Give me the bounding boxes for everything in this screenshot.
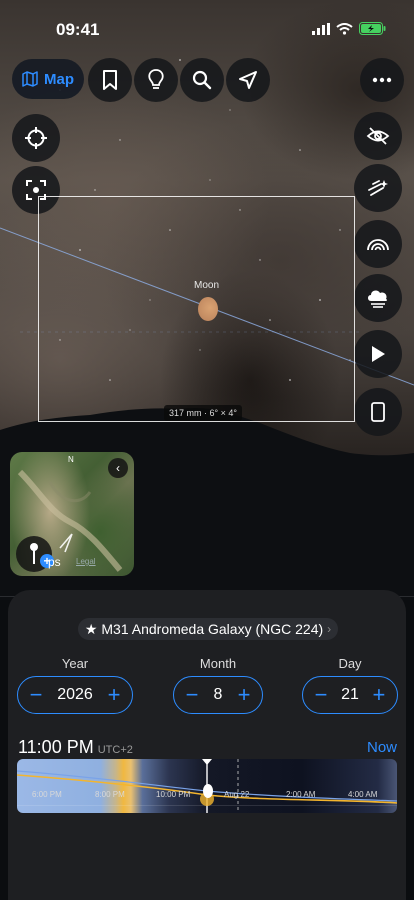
eye-slash-icon bbox=[366, 127, 390, 145]
rainbow-button[interactable] bbox=[354, 220, 402, 268]
location-arrow-icon bbox=[239, 71, 257, 89]
lightbulb-icon bbox=[148, 69, 164, 89]
visibility-button[interactable] bbox=[354, 112, 402, 160]
timeline-slider[interactable] bbox=[17, 759, 397, 813]
minimap-compass: N bbox=[68, 455, 74, 464]
pin-button[interactable]: + bbox=[16, 536, 54, 572]
device-view-button[interactable] bbox=[354, 388, 402, 436]
tick-label: 8:00 PM bbox=[95, 790, 125, 799]
month-stepper: − 8 + bbox=[173, 676, 263, 714]
star-icon: ★ bbox=[84, 620, 98, 637]
bookmark-icon bbox=[103, 70, 117, 90]
search-button[interactable] bbox=[180, 58, 224, 102]
chevron-right-icon: › bbox=[327, 622, 332, 636]
play-button[interactable] bbox=[354, 330, 402, 378]
chevron-left-icon: ‹ bbox=[116, 461, 120, 475]
rainbow-icon bbox=[367, 239, 389, 251]
moon[interactable] bbox=[198, 297, 218, 321]
legal-link[interactable]: Legal bbox=[76, 557, 96, 566]
year-label: Year bbox=[61, 656, 89, 671]
map-icon bbox=[22, 71, 38, 87]
tick-label: 4:00 AM bbox=[348, 790, 378, 799]
time-display[interactable]: 11:00 PM UTC+2 bbox=[18, 737, 133, 758]
day-label: Day bbox=[338, 656, 362, 671]
month-value: 8 bbox=[213, 686, 223, 703]
day-decrement-button[interactable]: − bbox=[313, 684, 329, 706]
tick-label: Aug 22 bbox=[224, 790, 250, 799]
month-label: Month bbox=[199, 656, 237, 671]
minimap-collapse-button[interactable]: ‹ bbox=[108, 458, 128, 478]
play-icon bbox=[372, 346, 385, 362]
signal-icon bbox=[312, 22, 330, 35]
time-value: 11:00 PM bbox=[18, 737, 94, 757]
device-icon bbox=[371, 402, 385, 422]
bookmark-button[interactable] bbox=[88, 58, 132, 102]
camera-frame-label: 317 mm · 6° × 4° bbox=[164, 405, 242, 421]
battery-icon bbox=[359, 22, 386, 35]
more-button[interactable] bbox=[360, 58, 404, 102]
status-bar: 09:41 bbox=[0, 0, 414, 54]
year-decrement-button[interactable]: − bbox=[28, 684, 44, 706]
tick-label: 6:00 PM bbox=[32, 790, 62, 799]
year-value: 2026 bbox=[57, 686, 93, 703]
selected-object-name: M31 Andromeda Galaxy (NGC 224) bbox=[101, 621, 324, 637]
now-button[interactable]: Now bbox=[367, 739, 397, 756]
camera-frame[interactable] bbox=[38, 196, 355, 422]
search-icon bbox=[192, 70, 212, 90]
selected-object-button[interactable]: ★ M31 Andromeda Galaxy (NGC 224) › bbox=[78, 618, 338, 640]
timezone-label: UTC+2 bbox=[97, 744, 133, 756]
tick-label: 10:00 PM bbox=[156, 790, 191, 799]
tick-label: 2:00 AM bbox=[286, 790, 316, 799]
meteor-icon bbox=[368, 180, 388, 196]
more-icon bbox=[372, 77, 392, 83]
weather-button[interactable] bbox=[354, 274, 402, 322]
meteor-button[interactable] bbox=[354, 164, 402, 212]
month-increment-button[interactable]: + bbox=[236, 684, 252, 706]
month-decrement-button[interactable]: − bbox=[184, 684, 200, 706]
timeline-graph bbox=[17, 759, 397, 813]
tips-button[interactable] bbox=[134, 58, 178, 102]
wifi-icon bbox=[336, 22, 353, 35]
status-icons bbox=[312, 22, 386, 35]
map-button-label: Map bbox=[44, 70, 74, 88]
day-stepper: − 21 + bbox=[302, 676, 398, 714]
maps-attribution: ps bbox=[48, 555, 61, 569]
crosshair-icon bbox=[25, 127, 47, 149]
location-button[interactable] bbox=[226, 58, 270, 102]
year-increment-button[interactable]: + bbox=[106, 684, 122, 706]
status-time: 09:41 bbox=[56, 20, 100, 39]
minimap[interactable]: N ‹ + ps Legal bbox=[10, 452, 134, 576]
cloud-icon bbox=[368, 290, 388, 308]
day-increment-button[interactable]: + bbox=[371, 684, 387, 706]
day-value: 21 bbox=[341, 686, 359, 703]
crosshair-button[interactable] bbox=[12, 114, 60, 162]
moon-label: Moon bbox=[194, 280, 220, 291]
map-button[interactable]: Map bbox=[12, 59, 84, 99]
year-stepper: − 2026 + bbox=[17, 676, 133, 714]
